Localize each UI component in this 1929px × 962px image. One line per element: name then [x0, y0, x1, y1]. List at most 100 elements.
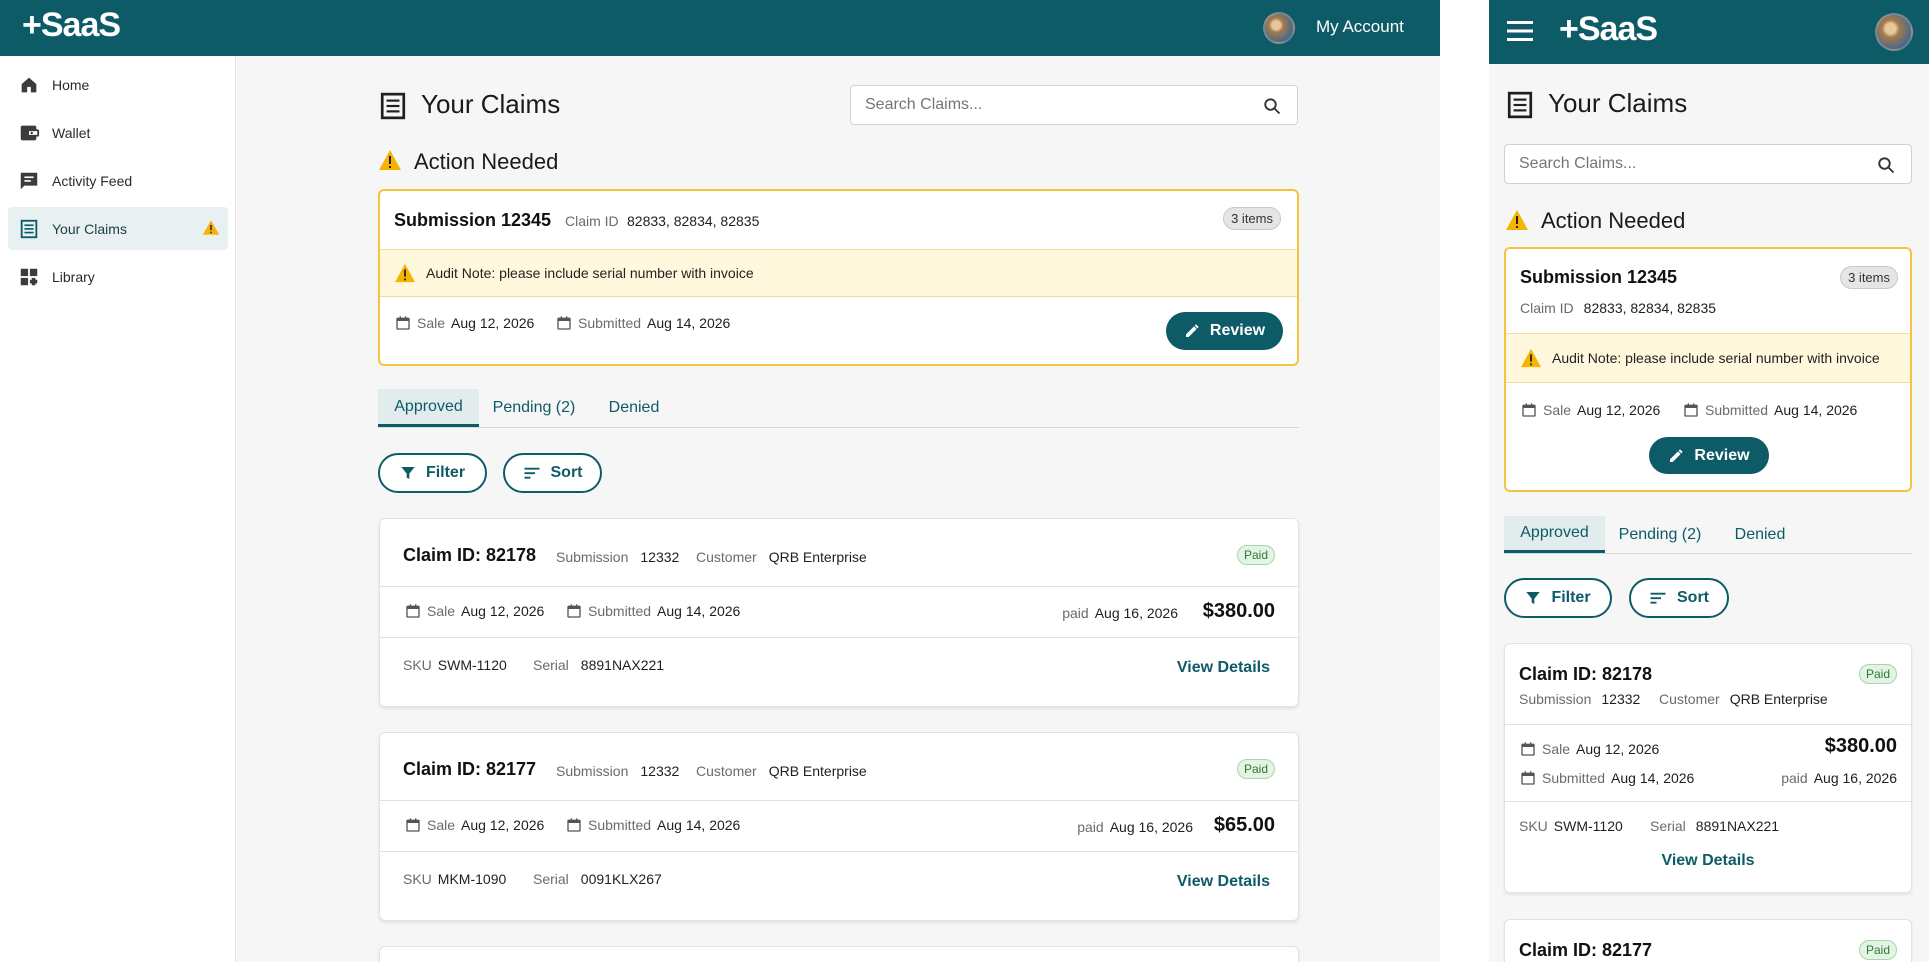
- tab-denied[interactable]: Denied: [589, 389, 679, 427]
- submitted-label: Submitted: [1705, 402, 1769, 418]
- claim-amount: $380.00: [1824, 735, 1897, 757]
- claim-card: Claim ID: 82178 Submission 12332 Custome…: [379, 518, 1299, 707]
- claims-tabs: Approved Pending (2) Denied: [1504, 516, 1912, 554]
- submitted-value: Aug 14, 2026: [1774, 402, 1858, 418]
- calendar-icon: [1684, 403, 1698, 417]
- pencil-icon: [1670, 448, 1684, 462]
- sale-label: Sale: [417, 315, 446, 331]
- sale-label: Sale: [1543, 402, 1572, 418]
- claim-id-title: Claim ID: 82178: [403, 545, 537, 565]
- sort-icon: [524, 467, 539, 479]
- sku-field: SKU SWM-1120: [403, 657, 507, 673]
- tab-pending[interactable]: Pending (2): [479, 389, 589, 427]
- divider: [1505, 801, 1911, 802]
- submission-label: Submission: [556, 549, 629, 565]
- calendar-icon: [406, 818, 420, 832]
- sidebar-item-your-claims[interactable]: Your Claims: [8, 207, 228, 250]
- menu-icon[interactable]: [1507, 20, 1533, 42]
- sort-label: Sort: [1677, 589, 1709, 606]
- claim-card: Claim ID: 82178 Paid Submission 12332 Cu…: [1504, 643, 1912, 893]
- search-field[interactable]: [850, 85, 1298, 125]
- avatar[interactable]: [1875, 13, 1913, 51]
- chat-icon: [20, 172, 38, 189]
- sku-value: SWM-1120: [1553, 818, 1623, 834]
- view-details-link[interactable]: View Details: [1505, 852, 1911, 870]
- review-button[interactable]: Review: [1166, 312, 1283, 350]
- avatar[interactable]: [1263, 12, 1295, 44]
- submission-field: Submission 12332: [556, 763, 679, 779]
- sku-field: SKU SWM-1120: [1519, 818, 1623, 834]
- audit-note-text: Audit Note: please include serial number…: [1552, 350, 1880, 366]
- claim-id-values: 82833, 82834, 82835: [1583, 300, 1717, 316]
- claim-card: [379, 946, 1299, 962]
- status-badge: Paid: [1858, 664, 1897, 684]
- wallet-icon: [20, 125, 40, 140]
- submitted-date: Submitted Aug 14, 2026: [566, 603, 740, 619]
- tab-pending[interactable]: Pending (2): [1605, 516, 1715, 553]
- my-account-link[interactable]: My Account: [1316, 17, 1404, 37]
- sale-date: Sale Aug 12, 2026: [405, 817, 544, 833]
- search-input[interactable]: [1519, 145, 1844, 183]
- sale-label: Sale: [1542, 741, 1571, 757]
- review-button[interactable]: Review: [1649, 437, 1769, 474]
- submitted-date: Submitted Aug 14, 2026: [556, 315, 730, 331]
- brand-logo[interactable]: +SaaS: [1559, 10, 1658, 49]
- submitted-value: Aug 14, 2026: [657, 603, 741, 619]
- view-details-link[interactable]: View Details: [1177, 873, 1270, 891]
- tab-approved[interactable]: Approved: [378, 389, 479, 427]
- submission-value: 12332: [1601, 691, 1641, 707]
- customer-field: Customer QRB Enterprise: [1659, 691, 1828, 707]
- sale-date: Sale Aug 12, 2026: [405, 603, 544, 619]
- items-badge: 3 items: [1840, 266, 1898, 289]
- serial-value: 0091KLX267: [580, 871, 662, 887]
- serial-field: Serial 8891NAX221: [533, 657, 664, 673]
- filter-button[interactable]: Filter: [1504, 578, 1612, 618]
- submission-title: Submission 12345: [1520, 267, 1678, 287]
- paid-label: paid: [1062, 605, 1089, 621]
- view-details-link[interactable]: View Details: [1177, 659, 1270, 677]
- tab-denied[interactable]: Denied: [1715, 516, 1805, 553]
- sale-value: Aug 12, 2026: [1577, 402, 1661, 418]
- sale-date: Sale Aug 12, 2026: [395, 315, 534, 331]
- page-title: Your Claims: [1548, 88, 1688, 118]
- submitted-label: Submitted: [1542, 770, 1606, 786]
- sidebar-item-wallet[interactable]: Wallet: [8, 111, 228, 154]
- search-input[interactable]: [865, 86, 1222, 124]
- search-icon[interactable]: [1877, 156, 1895, 174]
- sort-button[interactable]: Sort: [1629, 578, 1729, 618]
- warning-icon: [1521, 348, 1541, 368]
- claim-id-title: Claim ID: 82177: [403, 759, 537, 779]
- sort-button[interactable]: Sort: [503, 453, 602, 493]
- search-field[interactable]: [1504, 144, 1912, 184]
- calendar-icon: [567, 818, 581, 832]
- sale-date: Sale Aug 12, 2026: [1521, 402, 1660, 418]
- claim-id-values: 82833, 82834, 82835: [627, 213, 760, 229]
- search-icon[interactable]: [1263, 97, 1281, 115]
- sale-label: Sale: [427, 817, 456, 833]
- audit-note: Audit Note: please include serial number…: [1506, 333, 1910, 383]
- submission-field: Submission 12332: [1519, 691, 1640, 707]
- claims-icon: [380, 92, 406, 120]
- submitted-label: Submitted: [588, 603, 652, 619]
- paid-label: paid: [1077, 819, 1104, 835]
- sale-label: Sale: [427, 603, 456, 619]
- calendar-icon: [396, 316, 410, 330]
- calendar-icon: [1521, 771, 1535, 785]
- sidebar-item-library[interactable]: Library: [8, 255, 228, 298]
- claim-id-title: Claim ID: 82177: [1519, 940, 1653, 960]
- tab-approved[interactable]: Approved: [1504, 516, 1605, 553]
- claims-icon: [1507, 91, 1533, 119]
- pencil-icon: [1185, 324, 1199, 337]
- sidebar-item-activity-feed[interactable]: Activity Feed: [8, 159, 228, 202]
- submitted-label: Submitted: [588, 817, 652, 833]
- brand-logo[interactable]: +SaaS: [22, 6, 121, 45]
- filter-icon: [1526, 592, 1541, 604]
- items-badge: 3 items: [1223, 207, 1281, 230]
- filter-button[interactable]: Filter: [378, 453, 487, 493]
- sidebar-item-home[interactable]: Home: [8, 63, 228, 106]
- customer-value: QRB Enterprise: [768, 763, 867, 779]
- desktop-view: +SaaS My Account Home Wallet Activity Fe…: [0, 0, 1440, 962]
- warning-icon: [1506, 210, 1528, 230]
- submitted-value: Aug 14, 2026: [647, 315, 731, 331]
- paid-date: paid Aug 16, 2026: [1077, 819, 1193, 835]
